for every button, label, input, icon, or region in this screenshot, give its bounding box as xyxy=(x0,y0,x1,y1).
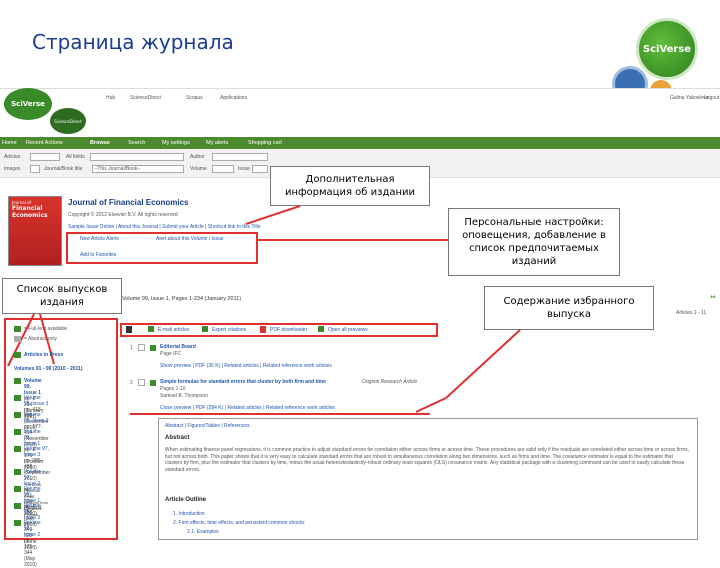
volume-issue-link[interactable]: Volume 97, Issue 2 xyxy=(24,469,41,487)
pdf-downloader-button[interactable]: PDF downloader xyxy=(270,327,307,333)
article-checkbox[interactable] xyxy=(138,379,145,386)
outline-item[interactable]: 1. Introduction xyxy=(173,511,205,517)
volume-list-item[interactable]: Volume 96, Issue 2 pp. 175-344 (May 2010) xyxy=(24,520,41,568)
full-text-icon xyxy=(14,429,21,435)
abstract-heading: Abstract xyxy=(165,435,190,441)
volume-issue-link[interactable]: Volume 98, Issue 1 xyxy=(24,429,43,447)
full-text-icon xyxy=(14,326,21,332)
email-icon xyxy=(148,326,154,332)
volume-issue-pages: pp. 175-344 (May 2010) xyxy=(24,538,37,568)
full-text-icon xyxy=(14,486,21,492)
arrow-selected-issue-2 xyxy=(415,397,447,413)
full-text-icon xyxy=(14,520,21,526)
arrow-selected-issue xyxy=(445,329,521,399)
full-text-icon xyxy=(14,446,21,452)
abstract-only-icon xyxy=(14,336,21,342)
expand-icon[interactable]: ⇔ xyxy=(710,293,716,301)
outline-item[interactable]: 2.1. Examples xyxy=(187,529,219,535)
full-text-icon xyxy=(14,395,21,401)
full-text-icon xyxy=(14,378,21,384)
article-number: 1 xyxy=(130,345,133,351)
article-checkbox[interactable] xyxy=(138,344,145,351)
full-text-icon xyxy=(14,503,21,509)
issue-heading: Volume 99, Issue 1, Pages 1-234 (January… xyxy=(122,296,242,302)
article-type: Original Research Article xyxy=(362,379,418,385)
abstract-text: When estimating finance panel regression… xyxy=(165,447,690,473)
legend-full-text: = Full-text available xyxy=(24,326,68,332)
article-actions[interactable]: Show preview | PDF (36 K) | Related arti… xyxy=(160,363,332,369)
highlight-selected-line xyxy=(130,413,430,415)
full-text-icon xyxy=(150,380,156,386)
article-title[interactable]: Editorial Board xyxy=(160,344,196,350)
pdf-icon xyxy=(260,326,266,333)
arrow-extra-info xyxy=(245,205,301,225)
email-articles-button[interactable]: E-mail articles xyxy=(158,327,189,333)
article-actions[interactable]: Close preview | PDF (284 K) | Related ar… xyxy=(160,405,335,411)
full-text-icon xyxy=(150,345,156,351)
outline-heading: Article Outline xyxy=(165,497,207,503)
outline-item[interactable]: 2. Firm effects, time effects, and persi… xyxy=(173,520,305,526)
abstract-preview: Abstract | Figures/Tables | References A… xyxy=(158,418,698,540)
volume-range-toggle[interactable]: Volumes 91 - 99 (2010 - 2011) xyxy=(14,366,83,372)
export-icon xyxy=(202,326,208,332)
export-citations-button[interactable]: Export citations xyxy=(212,327,246,333)
volume-issue-link[interactable]: Volume 98, Issue 3 xyxy=(24,395,49,407)
articles-in-press-link[interactable]: Articles in Press xyxy=(24,352,63,358)
article-title[interactable]: Simple formulas for standard errors that… xyxy=(160,379,326,385)
open-previews-button[interactable]: Open all previews xyxy=(328,327,368,333)
article-author: Samuel B. Thompson xyxy=(160,393,208,399)
arrow-icon xyxy=(126,326,132,333)
volume-issue-link[interactable]: Volume 99, Issue 1 xyxy=(24,378,43,396)
volume-issue-link[interactable]: Volume 96, Issue 2 xyxy=(24,520,41,538)
article-page: Pages 1-10 xyxy=(160,386,186,392)
articles-count: Articles 1 - 11 xyxy=(676,310,707,316)
article-number: 2 xyxy=(130,380,133,386)
preview-tabs[interactable]: Abstract | Figures/Tables | References xyxy=(165,423,250,429)
full-text-icon xyxy=(14,412,21,418)
full-text-icon xyxy=(14,469,21,475)
legend-abstract-only: = Abstract only xyxy=(24,336,57,342)
in-press-icon xyxy=(14,352,21,358)
volume-issue-link[interactable]: Volume 97, Issue 1 xyxy=(24,486,41,504)
volume-issue-link[interactable]: Volume 98, Issue 2 xyxy=(24,412,49,424)
issue-toolbar: E-mail articles Export citations PDF dow… xyxy=(122,325,720,335)
preview-icon xyxy=(318,326,324,332)
volume-issue-link[interactable]: Volume 96, Issue 3 xyxy=(24,503,41,521)
volume-issue-link[interactable]: Volume 97, Issue 3 xyxy=(24,446,50,458)
article-page: Page IFC xyxy=(160,351,182,357)
